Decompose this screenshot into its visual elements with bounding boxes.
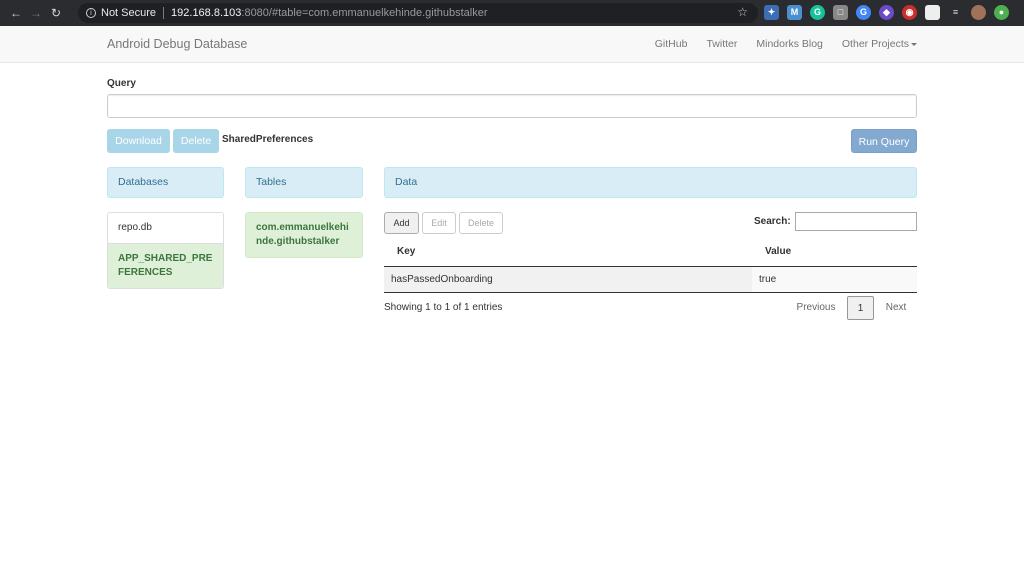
search-label: Search: xyxy=(754,216,791,227)
navbar: Android Debug Database GitHub Twitter Mi… xyxy=(0,26,1024,63)
table-row[interactable]: hasPassedOnboarding true xyxy=(384,267,917,293)
brand-title[interactable]: Android Debug Database xyxy=(107,37,247,51)
table-info: Showing 1 to 1 of 1 entries xyxy=(384,302,503,313)
database-item-app-shared-preferences[interactable]: APP_SHARED_PREFERENCES xyxy=(108,244,223,288)
info-icon[interactable]: i xyxy=(86,8,96,18)
pagination-page-1[interactable]: 1 xyxy=(847,296,874,320)
extension-icon[interactable]: ◆ xyxy=(879,5,894,20)
url-path: :8080/#table=com.emmanuelkehinde.githubs… xyxy=(241,7,488,19)
avatar[interactable] xyxy=(971,5,986,20)
databases-heading: Databases xyxy=(107,167,224,198)
extension-icon[interactable]: M xyxy=(787,5,802,20)
playlist-icon[interactable]: ≡ xyxy=(948,5,963,20)
run-query-button[interactable]: Run Query xyxy=(851,129,917,153)
extension-icon[interactable]: ✦ xyxy=(764,5,779,20)
back-arrow-icon[interactable]: ← xyxy=(6,6,26,20)
extension-icon[interactable] xyxy=(925,5,940,20)
edit-row-button[interactable]: Edit xyxy=(422,212,456,234)
reload-icon[interactable]: ↻ xyxy=(46,6,66,20)
nav-dropdown-other-projects[interactable]: Other Projects xyxy=(842,38,917,50)
selected-database-type: SharedPreferences xyxy=(222,134,314,145)
pagination-next[interactable]: Next xyxy=(880,296,912,320)
search-input[interactable] xyxy=(795,212,917,231)
extensions-bar: ✦ M G □ G ◆ ◉ ≡ ● xyxy=(764,5,1009,20)
extension-icon[interactable]: ◉ xyxy=(902,5,917,20)
cell-value: true xyxy=(752,267,917,292)
other-projects-label: Other Projects xyxy=(841,38,909,50)
download-button[interactable]: Download xyxy=(107,129,170,153)
tables-heading: Tables xyxy=(245,167,363,198)
delete-database-button[interactable]: Delete xyxy=(173,129,219,153)
nav-link-github[interactable]: GitHub xyxy=(655,38,688,50)
databases-list: repo.db APP_SHARED_PREFERENCES xyxy=(107,212,224,289)
address-separator xyxy=(163,7,165,19)
table-item[interactable]: com.emmanuelkehinde.githubstalker xyxy=(246,213,362,257)
data-table: Key Value hasPassedOnboarding true xyxy=(384,238,917,293)
delete-row-button[interactable]: Delete xyxy=(459,212,503,234)
pagination-previous[interactable]: Previous xyxy=(790,296,842,320)
add-row-button[interactable]: Add xyxy=(384,212,419,234)
caret-down-icon xyxy=(911,42,917,46)
browser-toolbar: ← → ↻ i Not Secure 192.168.8.103 :8080/#… xyxy=(0,0,1024,26)
extension-icon[interactable]: G xyxy=(810,5,825,20)
query-label: Query xyxy=(107,78,136,89)
tables-list: com.emmanuelkehinde.githubstalker xyxy=(245,212,363,258)
url-host: 192.168.8.103 xyxy=(171,7,242,19)
extension-icon[interactable]: G xyxy=(856,5,871,20)
extension-icon[interactable]: ● xyxy=(994,5,1009,20)
data-heading: Data xyxy=(384,167,917,198)
nav-link-mindorks-blog[interactable]: Mindorks Blog xyxy=(756,38,823,50)
database-item-repo-db[interactable]: repo.db xyxy=(108,213,223,244)
column-header-key[interactable]: Key xyxy=(384,238,752,266)
nav-link-twitter[interactable]: Twitter xyxy=(706,38,737,50)
not-secure-label: Not Secure xyxy=(101,7,157,19)
column-header-value[interactable]: Value xyxy=(752,238,917,266)
extension-icon[interactable]: □ xyxy=(833,5,848,20)
table-header: Key Value xyxy=(384,238,917,267)
nav-links: GitHub Twitter Mindorks Blog Other Proje… xyxy=(655,38,917,50)
query-input[interactable] xyxy=(107,94,917,118)
bookmark-star-icon[interactable]: ☆ xyxy=(737,5,748,19)
cell-key: hasPassedOnboarding xyxy=(391,274,493,285)
forward-arrow-icon[interactable]: → xyxy=(26,6,46,20)
address-bar[interactable]: i Not Secure 192.168.8.103 :8080/#table=… xyxy=(78,3,758,23)
